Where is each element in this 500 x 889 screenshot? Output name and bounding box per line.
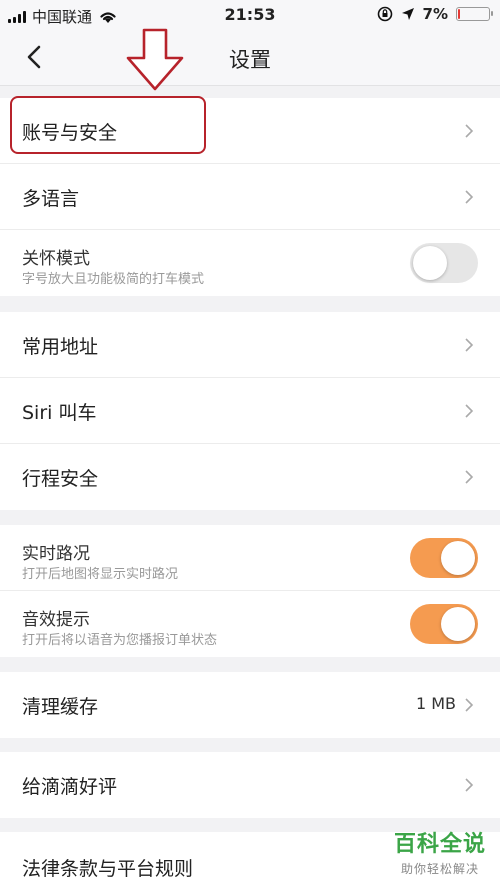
settings-group-rate: 给滴滴好评 [0,752,500,818]
row-label: 法律条款与平台规则 [22,858,194,880]
sound-prompt-toggle[interactable] [410,604,478,644]
row-label: 给滴滴好评 [22,776,118,798]
row-sound-prompt: 音效提示 打开后将以语音为您播报订单状态 [0,591,500,657]
row-title: 音效提示 [22,610,90,630]
row-label: 清理缓存 [22,696,99,718]
chevron-right-icon [465,778,474,792]
annotation-down-arrow-icon [126,28,184,91]
row-care-mode: 关怀模式 字号放大且功能极简的打车模式 [0,230,500,296]
battery-percent: 7% [422,5,448,23]
orientation-lock-icon [377,6,392,22]
row-live-traffic: 实时路况 打开后地图将显示实时路况 [0,525,500,591]
page-title: 设置 [229,48,271,72]
watermark: 百科全说 助你轻松解决 [394,826,486,877]
settings-group-travel: 常用地址 Siri 叫车 行程安全 [0,312,500,510]
settings-group-map: 实时路况 打开后地图将显示实时路况 音效提示 打开后将以语音为您播报订单状态 [0,525,500,657]
row-title: 关怀模式 [22,249,90,269]
row-label: 多语言 [22,188,80,210]
nav-bar: 设置 [0,30,500,86]
row-label: 常用地址 [22,336,99,358]
live-traffic-toggle[interactable] [410,538,478,578]
chevron-right-icon [465,190,474,204]
settings-group-cache: 清理缓存 1 MB [0,672,500,738]
annotation-highlight-box [10,96,206,154]
row-subtitle: 打开后地图将显示实时路况 [22,567,179,582]
row-title: 实时路况 [22,544,90,564]
chevron-right-icon [465,698,474,712]
row-siri-ride[interactable]: Siri 叫车 [0,378,500,444]
row-trip-safety[interactable]: 行程安全 [0,444,500,510]
watermark-main: 百科全说 [393,832,486,857]
status-bar: 中国联通 21:53 7% [0,0,500,30]
chevron-right-icon [465,404,474,418]
location-arrow-icon [401,8,414,20]
status-right: 7% [377,5,493,23]
row-label: 行程安全 [22,468,99,490]
battery-icon [456,7,493,21]
row-language[interactable]: 多语言 [0,164,500,230]
cache-size-value: 1 MB [415,694,456,713]
row-clear-cache[interactable]: 清理缓存 1 MB [0,672,500,738]
chevron-right-icon [465,338,474,352]
watermark-sub: 助你轻松解决 [400,862,479,876]
row-rate-app[interactable]: 给滴滴好评 [0,752,500,818]
chevron-right-icon [465,470,474,484]
row-subtitle: 字号放大且功能极简的打车模式 [22,272,205,287]
chevron-right-icon [465,124,474,138]
row-common-address[interactable]: 常用地址 [0,312,500,378]
care-mode-toggle[interactable] [410,243,478,283]
row-subtitle: 打开后将以语音为您播报订单状态 [22,633,218,648]
row-label: Siri 叫车 [22,402,97,424]
